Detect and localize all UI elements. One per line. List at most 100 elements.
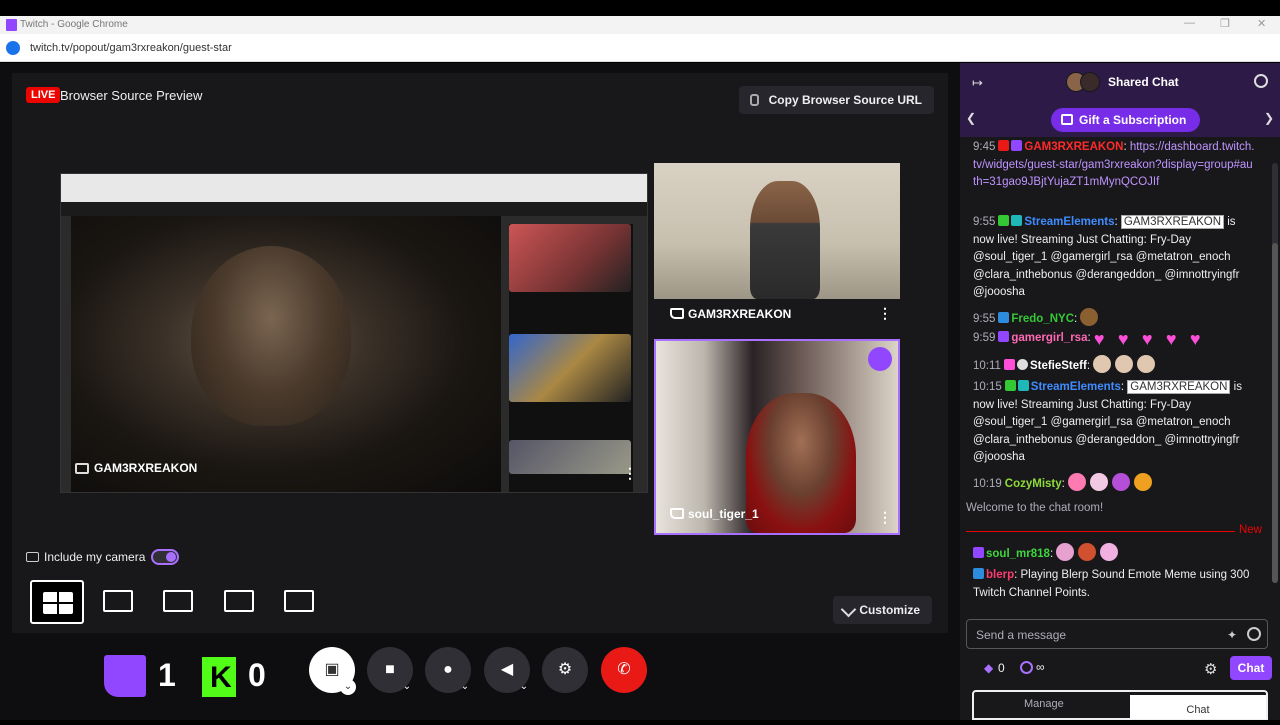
shared-youtube-header	[61, 202, 647, 216]
mod-badge-icon	[998, 215, 1010, 226]
camera-tile-host[interactable]: GAM3RXREAKON ⋮	[654, 163, 900, 329]
kick-viewer-count: 0	[248, 657, 266, 693]
emote	[1056, 543, 1075, 561]
scrollbar-thumb[interactable]	[1272, 243, 1278, 583]
screenshare-tile[interactable]: GAM3RXREAKON ⋮	[60, 173, 648, 493]
heart-emote: ♥	[1189, 329, 1201, 349]
layout-grid-button[interactable]	[30, 580, 84, 624]
emote-picker-icon[interactable]	[1247, 627, 1261, 641]
emote	[1080, 308, 1099, 326]
collapse-chat-icon[interactable]: ↦	[972, 75, 983, 91]
new-messages-divider	[966, 531, 1260, 532]
url-text[interactable]: twitch.tv/popout/gam3rxreakon/guest-star	[30, 42, 232, 54]
maximize-icon[interactable]: ❐	[1220, 17, 1230, 30]
chat-mention[interactable]: GAM3RXREAKON	[1120, 215, 1225, 229]
channel-points-value: 0	[998, 661, 1005, 675]
window-title: Twitch - Google Chrome	[20, 19, 128, 30]
chat-messages: 9:45 GAM3RXREAKON: https://dashboard.twit…	[960, 137, 1272, 607]
emote	[1078, 543, 1097, 561]
gift-subscription-button[interactable]: Gift a Subscription	[1051, 108, 1201, 132]
chat-username[interactable]: StefieSteff	[1030, 360, 1087, 372]
chat-username[interactable]: soul_mr818	[986, 548, 1050, 560]
leave-call-button[interactable]: ✆	[601, 647, 647, 693]
emote	[1115, 355, 1134, 373]
phone-icon: ✆	[617, 661, 631, 678]
gift-icon	[1061, 114, 1073, 125]
layout-bottom-button[interactable]	[152, 580, 206, 624]
tile-more-icon[interactable]: ⋮	[623, 465, 637, 482]
chat-username[interactable]: gamergirl_rsa	[1011, 332, 1087, 344]
chat-footer-tabs: Manage Chat	[972, 690, 1268, 720]
tab-manage[interactable]: Manage	[1024, 698, 1064, 710]
settings-button[interactable]: ⚙	[542, 647, 588, 693]
chevron-down-icon[interactable]: ⌄	[340, 679, 356, 695]
chat-message: blerp: Playing Blerp Sound Emote Meme us…	[973, 568, 1250, 599]
camera-tile-guest[interactable]: soul_tiger_1 ⋮	[654, 339, 900, 535]
tile-more-icon[interactable]: ⋮	[878, 509, 892, 526]
mod-badge-icon	[1004, 380, 1016, 391]
include-camera-toggle[interactable]	[151, 549, 179, 565]
pencil-icon	[841, 601, 857, 618]
tab-chat[interactable]: Chat	[1130, 695, 1266, 719]
chat-header: ↦ Shared Chat	[960, 63, 1280, 101]
shared-video-frame	[71, 216, 501, 492]
send-chat-button[interactable]: Chat	[1230, 656, 1272, 680]
chat-input-placeholder: Send a message	[976, 628, 1067, 642]
browser-titlebar: Twitch - Google Chrome — ❐ ✕	[0, 16, 1280, 34]
gear-icon: ⚙	[557, 661, 573, 678]
chevron-right-icon[interactable]: ❯	[1264, 111, 1274, 125]
heart-emote: ♥	[1165, 329, 1177, 349]
copy-browser-source-url-button[interactable]: Copy Browser Source URL	[738, 86, 934, 114]
layout-left-button[interactable]	[213, 580, 267, 624]
twitch-icon	[670, 508, 684, 519]
tile-more-icon[interactable]: ⋮	[878, 305, 892, 322]
bits-icon[interactable]: ✦	[1227, 628, 1237, 642]
emote	[1093, 355, 1112, 373]
channel-points-icon[interactable]	[1020, 661, 1033, 674]
video-person	[191, 246, 351, 426]
broadcaster-badge-icon	[998, 140, 1010, 151]
chat-username[interactable]: Fredo_NYC	[1011, 313, 1074, 325]
community-icon[interactable]	[1254, 74, 1268, 88]
chat-settings-icon[interactable]: ⚙	[1204, 660, 1217, 678]
chat-username[interactable]: CozyMisty	[1005, 478, 1062, 490]
chat-username[interactable]: StreamElements	[1031, 381, 1121, 393]
browser-source-preview-panel: LIVE Browser Source Preview Copy Browser…	[12, 73, 948, 633]
kick-logo-icon: K	[202, 657, 236, 697]
chat-header-title: Shared Chat	[1108, 75, 1179, 89]
layout-right-button[interactable]	[273, 580, 327, 624]
twitch-favicon-icon	[6, 19, 17, 31]
bits-diamond-icon[interactable]: ◆	[984, 661, 997, 675]
gift-label: Gift a Subscription	[1079, 113, 1187, 127]
minimize-icon[interactable]: —	[1184, 17, 1195, 29]
left-layout-icon	[224, 590, 254, 612]
video-thumbnail	[509, 440, 631, 474]
new-messages-label: New	[1234, 524, 1262, 536]
customize-button[interactable]: Customize	[833, 596, 932, 624]
shared-chat-avatars	[1066, 72, 1102, 92]
chevron-down-icon[interactable]: ⌄	[516, 679, 532, 695]
chevron-left-icon[interactable]: ❮	[966, 111, 976, 125]
camera-icon	[26, 552, 39, 562]
chat-username[interactable]: blerp	[986, 569, 1014, 581]
guest-star-app: LIVE Browser Source Preview Copy Browser…	[0, 63, 1280, 720]
chat-username[interactable]: GAM3RXREAKON	[1024, 141, 1123, 153]
chat-input[interactable]: Send a message ✦	[966, 619, 1268, 649]
chat-username[interactable]: StreamElements	[1024, 216, 1114, 228]
chevron-down-icon[interactable]: ⌄	[457, 679, 473, 695]
chevron-down-icon[interactable]: ⌄	[399, 679, 415, 695]
audio-level-icon	[868, 347, 892, 371]
layout-top-button[interactable]	[92, 580, 146, 624]
chat-message: 10:15 StreamElements: GAM3RXREAKON is now…	[973, 380, 1242, 463]
emote	[1100, 543, 1119, 561]
emote	[1137, 355, 1156, 373]
chat-scrollbar[interactable]	[1272, 163, 1278, 583]
bot-badge-icon	[1011, 215, 1023, 226]
close-icon[interactable]: ✕	[1257, 17, 1266, 30]
grid-layout-icon	[43, 592, 73, 614]
site-info-icon[interactable]	[6, 41, 20, 55]
chat-mention[interactable]: GAM3RXREAKON	[1127, 380, 1231, 394]
toggle-knob	[166, 552, 176, 562]
address-bar[interactable]: twitch.tv/popout/gam3rxreakon/guest-star	[0, 34, 1280, 62]
chat-message: 9:45 GAM3RXREAKON: https://dashboard.twit…	[973, 140, 1255, 188]
